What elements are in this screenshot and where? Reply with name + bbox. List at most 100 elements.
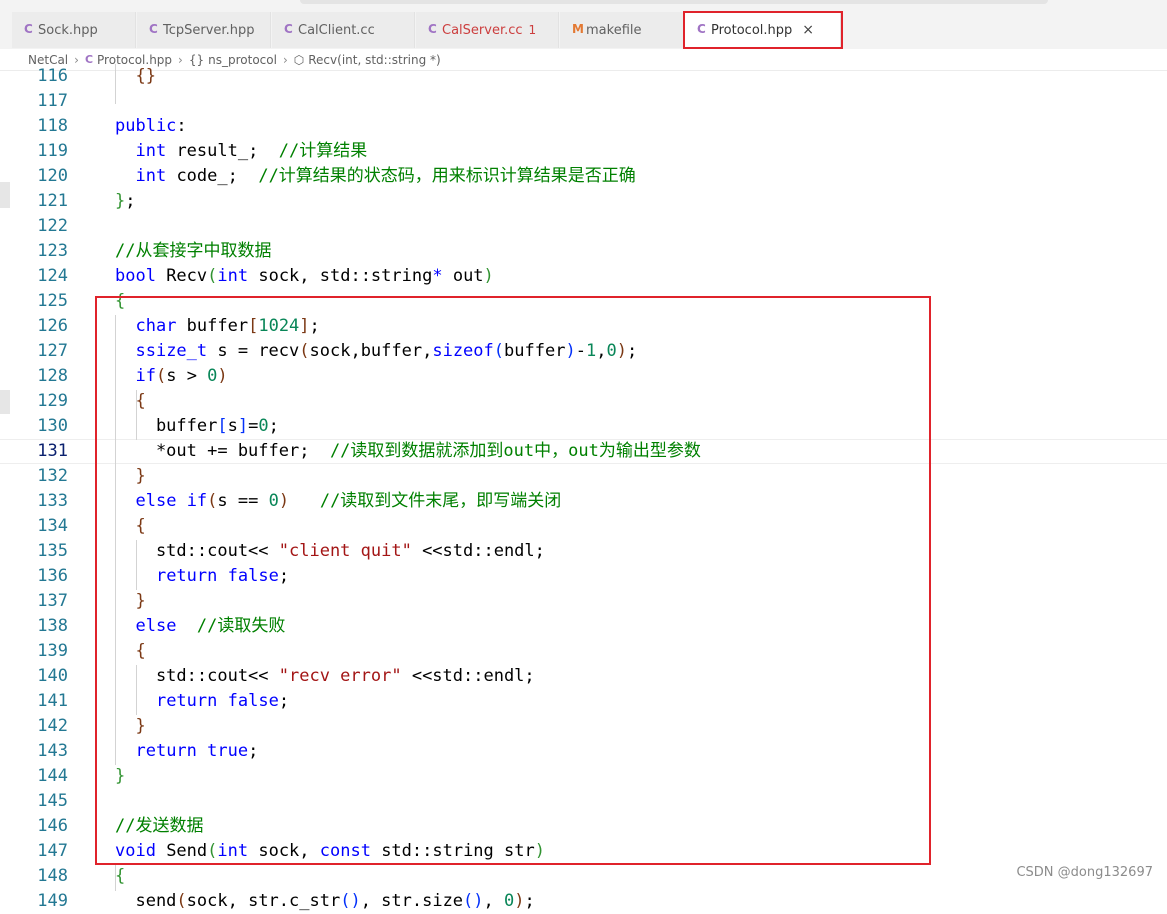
- code-token: {: [135, 516, 146, 536]
- code-line[interactable]: 145: [0, 789, 1167, 814]
- code-line[interactable]: 139 {: [0, 639, 1167, 664]
- line-number: 133: [37, 491, 68, 511]
- code-token: {: [135, 641, 146, 661]
- code-line[interactable]: 148 {: [0, 864, 1167, 889]
- line-number: 132: [37, 466, 68, 486]
- code-text: std::cout<< "recv error" <<std::endl;: [115, 664, 535, 689]
- watermark: CSDN @dong132697: [1016, 865, 1153, 880]
- code-line[interactable]: 138 else //读取失败: [0, 614, 1167, 639]
- code-line[interactable]: 121};: [0, 189, 1167, 214]
- code-token: 0: [207, 366, 218, 386]
- code-token: char: [135, 316, 177, 336]
- code-line[interactable]: 140 std::cout<< "recv error" <<std::endl…: [0, 664, 1167, 689]
- line-number: 128: [37, 366, 68, 386]
- code-token: , str.size: [360, 891, 464, 911]
- code-line[interactable]: 119 int result_; //计算结果: [0, 139, 1167, 164]
- code-line[interactable]: 147 void Send(int sock, const std::string…: [0, 839, 1167, 864]
- code-line[interactable]: 133 else if(s == 0) //读取到文件末尾，即写端关闭: [0, 489, 1167, 514]
- code-token: ;: [268, 416, 279, 436]
- line-number: 148: [37, 866, 68, 886]
- code-editor[interactable]: 116 {} 117 118 public: 119 int result_; //计算…: [0, 64, 1167, 911]
- line-number: 141: [37, 691, 68, 711]
- code-token: Recv: [155, 266, 208, 286]
- code-line[interactable]: 125 {: [0, 289, 1167, 314]
- close-icon[interactable]: ×: [802, 22, 814, 38]
- code-token: ;: [309, 316, 320, 336]
- tab-label: TcpServer.hpp: [163, 22, 255, 38]
- code-line[interactable]: 129 {: [0, 389, 1167, 414]
- code-text: std::cout<< "client quit" <<std::endl;: [115, 539, 545, 564]
- code-token: false: [227, 691, 279, 711]
- line-number: 135: [37, 541, 68, 561]
- code-line[interactable]: 142 }: [0, 714, 1167, 739]
- code-text: {: [115, 514, 146, 539]
- code-text: //从套接字中取数据: [115, 239, 271, 264]
- code-text: }: [115, 714, 145, 739]
- code-token: buffer: [115, 416, 218, 436]
- code-line[interactable]: 123 //从套接字中取数据: [0, 239, 1167, 264]
- code-token: return: [135, 741, 197, 761]
- code-token: }: [115, 766, 126, 786]
- line-number: 139: [37, 641, 68, 661]
- code-token: public: [115, 116, 177, 136]
- code-token: else: [135, 491, 177, 511]
- code-text: send(sock, str.c_str(), str.size(), 0);: [115, 889, 534, 914]
- line-number: 120: [37, 166, 68, 186]
- line-number: 127: [37, 341, 68, 361]
- tab-tcpserver-hpp[interactable]: C TcpServer.hpp: [137, 12, 271, 48]
- code-line[interactable]: 135 std::cout<< "client quit" <<std::end…: [0, 539, 1167, 564]
- code-line[interactable]: 122: [0, 214, 1167, 239]
- code-token: {: [115, 291, 126, 311]
- horizontal-scrollbar[interactable]: [300, 0, 1048, 4]
- code-token: -: [575, 341, 586, 361]
- tab-calclient-cc[interactable]: C CalClient.cc: [272, 12, 415, 48]
- code-line[interactable]: 118 public:: [0, 114, 1167, 139]
- code-line[interactable]: 141 return false;: [0, 689, 1167, 714]
- code-line[interactable]: 130 buffer[s]=0;: [0, 414, 1167, 439]
- editor-tab-bar: C Sock.hpp C TcpServer.hpp C CalClient.cc C Cal…: [0, 0, 1167, 49]
- code-text: {}: [115, 64, 155, 89]
- code-token: buffer: [176, 316, 249, 336]
- code-token: buffer: [504, 341, 566, 361]
- tab-protocol-hpp[interactable]: C Protocol.hpp ×: [685, 12, 841, 48]
- code-token: int: [217, 266, 249, 286]
- code-line[interactable]: 116 {}: [0, 64, 1167, 89]
- code-token: (: [207, 841, 218, 861]
- code-token: ,: [596, 341, 607, 361]
- tab-calserver-cc[interactable]: C CalServer.cc 1: [416, 12, 559, 48]
- code-line[interactable]: 127 ssize_t s = recv(sock,buffer,sizeof(…: [0, 339, 1167, 364]
- code-token: 1: [585, 341, 597, 361]
- code-line[interactable]: 120 int code_; //计算结果的状态码，用来标识计算结果是否正确: [0, 164, 1167, 189]
- line-number: 144: [37, 766, 68, 786]
- code-line[interactable]: 124 bool Recv(int sock, std::string* out): [0, 264, 1167, 289]
- code-line[interactable]: 128 if(s > 0): [0, 364, 1167, 389]
- code-line[interactable]: 149 send(sock, str.c_str(), str.size(), …: [0, 889, 1167, 914]
- tab-sock-hpp[interactable]: C Sock.hpp: [12, 12, 136, 48]
- code-token: "client quit": [278, 541, 412, 561]
- tab-makefile[interactable]: Mmakefile: [560, 12, 684, 48]
- code-text: //发送数据: [115, 814, 203, 839]
- code-text: if(s > 0): [115, 364, 227, 389]
- code-line[interactable]: 132 }: [0, 464, 1167, 489]
- code-line[interactable]: 131 *out += buffer; //读取到数据就添加到out中，out为…: [0, 439, 1167, 464]
- code-text: }: [115, 464, 145, 489]
- code-text: bool Recv(int sock, std::string* out): [115, 264, 494, 289]
- code-line[interactable]: 134 {: [0, 514, 1167, 539]
- code-line[interactable]: 117: [0, 89, 1167, 114]
- code-token: send: [115, 891, 177, 911]
- code-line[interactable]: 136 return false;: [0, 564, 1167, 589]
- code-line[interactable]: 126 char buffer[1024];: [0, 314, 1167, 339]
- code-token: 0: [504, 891, 515, 911]
- code-text: void Send(int sock, const std::string st…: [115, 839, 545, 864]
- code-token: (: [155, 366, 167, 386]
- code-line[interactable]: 144}: [0, 764, 1167, 789]
- code-line[interactable]: 146 //发送数据: [0, 814, 1167, 839]
- code-token: const: [319, 841, 371, 861]
- line-number: 140: [37, 666, 68, 686]
- code-line[interactable]: 137 }: [0, 589, 1167, 614]
- tab-label: makefile: [586, 22, 642, 38]
- code-line[interactable]: 143 return true;: [0, 739, 1167, 764]
